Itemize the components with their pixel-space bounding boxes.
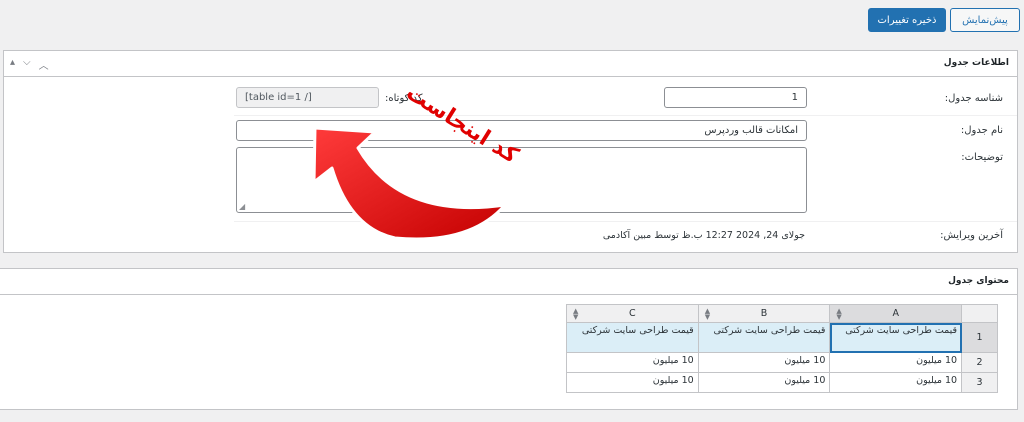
red-arrow-icon — [312, 126, 507, 241]
preview-button[interactable]: پیش‌نمایش — [950, 8, 1020, 32]
resize-handle-icon[interactable]: ◢ — [239, 202, 245, 211]
editor-toolbar: پیش‌نمایش ذخیره تغییرات — [868, 8, 1020, 32]
last-edit-value: جولای 24, 2024 12:27 ب.ظ توسط مبین آکادم… — [602, 230, 805, 241]
chevron-up-icon[interactable]: ︿ — [39, 57, 49, 72]
row-header[interactable]: 3 — [961, 372, 998, 393]
table-id-label: شناسه جدول: — [944, 93, 1003, 104]
table-cell[interactable]: 10 میلیون — [566, 352, 699, 373]
table-cell[interactable]: 10 میلیون — [566, 372, 699, 393]
column-header-b[interactable]: ▲ ▼ B — [697, 304, 831, 323]
row-header[interactable]: 2 — [961, 352, 998, 373]
move-up-icon[interactable]: ▴ — [10, 57, 15, 72]
table-cell[interactable]: 10 میلیون — [829, 372, 963, 393]
save-changes-button[interactable]: ذخیره تغییرات — [868, 8, 946, 32]
box-controls: ▴ ⌵ ︿ — [10, 57, 49, 72]
table-cell[interactable]: قیمت طراحی سایت شرکتی — [697, 322, 831, 353]
description-label: توضیحات: — [961, 152, 1003, 163]
corner-cell — [961, 304, 998, 323]
table-cell[interactable]: 10 میلیون — [697, 352, 831, 373]
table-editor-grid: ▲ ▼ C ▲ ▼ B ▲ ▼ A قیمت طراحی سایت شرکتی قیم… — [566, 304, 998, 393]
table-info-title: اطلاعات جدول — [943, 58, 1009, 68]
shortcode-field[interactable]: [table id=1 /] — [236, 87, 379, 108]
column-header-c[interactable]: ▲ ▼ C — [566, 304, 699, 323]
table-row: قیمت طراحی سایت شرکتی قیمت طراحی سایت شر… — [566, 322, 998, 353]
table-info-header: اطلاعات جدول ▴ ⌵ ︿ — [4, 51, 1017, 77]
table-name-label: نام جدول: — [960, 125, 1003, 136]
chevron-down-icon[interactable]: ⌵ — [23, 57, 31, 72]
sort-icon[interactable]: ▲ ▼ — [573, 308, 578, 321]
sort-icon[interactable]: ▲ ▼ — [705, 308, 710, 321]
table-row: 10 میلیون 10 میلیون 10 میلیون 2 — [566, 352, 998, 373]
table-row: 10 میلیون 10 میلیون 10 میلیون 3 — [566, 372, 998, 393]
column-header-a[interactable]: ▲ ▼ A — [829, 304, 963, 323]
table-content-header: محتوای جدول — [0, 269, 1017, 295]
row-header[interactable]: 1 — [961, 322, 998, 353]
table-content-box: محتوای جدول ▲ ▼ C ▲ ▼ B ▲ ▼ A قیمت طراحی سا… — [0, 268, 1018, 410]
sort-icon[interactable]: ▲ ▼ — [836, 308, 841, 321]
last-edit-label: آخرین ویرایش: — [940, 230, 1003, 241]
annotation-arrow — [300, 110, 540, 260]
table-content-title: محتوای جدول — [948, 276, 1009, 286]
table-cell[interactable]: 10 میلیون — [829, 352, 963, 373]
table-id-input[interactable]: 1 — [664, 87, 807, 108]
table-cell[interactable]: قیمت طراحی سایت شرکتی — [566, 322, 699, 353]
table-cell[interactable]: 10 میلیون — [697, 372, 831, 393]
table-cell-active[interactable]: قیمت طراحی سایت شرکتی — [829, 322, 963, 353]
